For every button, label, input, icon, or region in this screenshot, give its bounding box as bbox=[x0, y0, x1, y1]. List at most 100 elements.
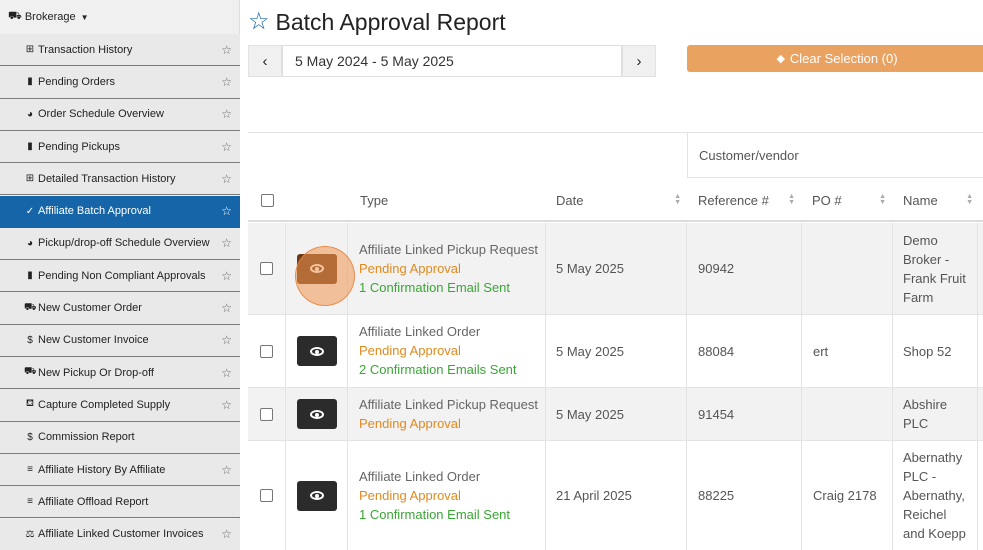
truck-icon: ⛟ bbox=[24, 301, 37, 313]
row-checkbox[interactable] bbox=[260, 489, 273, 502]
type-cell: Affiliate Linked Order Pending Approval 2 … bbox=[348, 315, 546, 387]
sidebar-item[interactable]: ▮ Pending Orders ☆ bbox=[0, 66, 240, 99]
star-icon[interactable]: ☆ bbox=[221, 269, 232, 283]
name-cell: Demo Broker - Frank Fruit Farm bbox=[893, 223, 978, 314]
view-button[interactable] bbox=[296, 336, 337, 366]
sidebar-item-label: Affiliate Batch Approval bbox=[38, 205, 151, 218]
select-cell bbox=[248, 388, 286, 440]
page-title: Batch Approval Report bbox=[275, 8, 506, 35]
sidebar-item-label: New Customer Invoice bbox=[38, 334, 149, 347]
star-icon[interactable]: ☆ bbox=[221, 301, 232, 315]
type-label: Affiliate Linked Order bbox=[359, 324, 481, 339]
sidebar-item[interactable]: ◕ Order Schedule Overview ☆ bbox=[0, 98, 240, 131]
table-row[interactable]: Affiliate Linked Order Pending Approval 2 … bbox=[248, 315, 983, 388]
name-line: PLC - bbox=[903, 469, 937, 484]
sidebar-item[interactable]: ≡ Affiliate History By Affiliate ☆ bbox=[0, 453, 240, 487]
sidebar-item-label: Pending Orders bbox=[38, 75, 116, 88]
chart-icon: ≡ bbox=[27, 496, 33, 508]
sidebar-item[interactable]: ⛟ New Pickup Or Drop-off ☆ bbox=[0, 357, 240, 390]
star-icon[interactable]: ☆ bbox=[221, 236, 232, 250]
view-button[interactable] bbox=[296, 480, 337, 511]
sidebar: ⛟ Brokerage ▼ ⊞ Transaction History ☆ ▮ Pend… bbox=[0, 0, 240, 550]
row-checkbox[interactable] bbox=[260, 262, 273, 275]
select-cell bbox=[248, 315, 286, 387]
star-icon[interactable]: ☆ bbox=[221, 527, 232, 541]
sidebar-item[interactable]: $Commission Report☆ bbox=[0, 421, 240, 454]
star-icon[interactable]: ☆ bbox=[221, 107, 232, 121]
table-row[interactable]: Affiliate Linked Pickup Request Pending A… bbox=[248, 388, 983, 441]
brokerage-label: Brokerage bbox=[24, 11, 76, 23]
table-icon: ⊞ bbox=[25, 173, 35, 185]
date-cell: 21 April 2025 bbox=[546, 441, 687, 550]
sidebar-item[interactable]: ⚖ Affiliate Linked Customer Invoices ☆ bbox=[0, 518, 240, 550]
row-checkbox[interactable] bbox=[260, 344, 273, 358]
sidebar-item[interactable]: ⊞ Transaction History ☆ bbox=[0, 34, 240, 67]
sidebar-item[interactable]: ✓ Affiliate Batch Approval ☆ bbox=[0, 195, 240, 228]
sidebar-item[interactable]: $ New Customer Invoice ☆ bbox=[0, 324, 240, 357]
sidebar-item[interactable]: ⊞ Detailed Transaction History ☆ bbox=[0, 163, 240, 196]
name-line: Abernathy bbox=[903, 450, 963, 465]
title-row: ☆ Batch Approval Report bbox=[248, 6, 506, 38]
view-button[interactable] bbox=[296, 399, 337, 429]
sidebar-item[interactable]: ◕ Pickup/drop-off Schedule Overview ☆ bbox=[0, 227, 240, 261]
eraser-icon: ◆ bbox=[776, 53, 785, 65]
po-cell bbox=[802, 388, 893, 440]
star-icon[interactable]: ☆ bbox=[221, 172, 232, 186]
sidebar-item[interactable]: ≡Affiliate Offload Report☆ bbox=[0, 486, 240, 519]
star-icon[interactable]: ☆ bbox=[221, 75, 232, 89]
star-icon[interactable]: ☆ bbox=[221, 43, 232, 57]
clear-selection-button[interactable]: ◆ Clear Selection (0) bbox=[687, 45, 983, 72]
select-all-checkbox[interactable] bbox=[261, 193, 274, 207]
star-icon[interactable]: ☆ bbox=[221, 140, 232, 154]
next-range-button[interactable]: › bbox=[622, 45, 656, 77]
reference-cell: 91454 bbox=[687, 388, 802, 440]
date-range-picker: ‹ 5 May 2024 - 5 May 2025 › bbox=[248, 45, 656, 77]
name-line: Demo bbox=[903, 232, 938, 248]
table-row[interactable]: Affiliate Linked Order Pending Approval 1 … bbox=[248, 441, 983, 550]
name-line: and Koepp bbox=[903, 526, 966, 541]
name-cell: Abshire PLC bbox=[893, 388, 978, 440]
star-icon[interactable]: ☆ bbox=[221, 204, 232, 218]
sidebar-item[interactable]: ⛾ Capture Completed Supply ☆ bbox=[0, 389, 240, 422]
previous-range-button[interactable]: ‹ bbox=[248, 45, 282, 77]
sort-icon: ▲ ▼ bbox=[966, 193, 973, 206]
type-cell: Affiliate Linked Pickup Request Pending A… bbox=[348, 388, 546, 440]
name-line: PLC bbox=[903, 416, 929, 431]
sidebar-item[interactable]: ⛟ New Customer Order ☆ bbox=[0, 292, 240, 325]
po-header[interactable]: PO # ▲ ▼ bbox=[812, 178, 892, 222]
clipboard-icon: ▮ bbox=[27, 76, 33, 88]
truck-icon: ⛟ bbox=[8, 10, 22, 22]
sidebar-item-label: Transaction History bbox=[38, 43, 133, 56]
sidebar-item-label: Capture Completed Supply bbox=[38, 398, 171, 411]
name-line: Farm bbox=[903, 289, 934, 305]
type-label: Affiliate Linked Pickup Request bbox=[359, 241, 538, 257]
reference-header[interactable]: Reference # ▲ ▼ bbox=[698, 178, 801, 222]
eye-icon bbox=[309, 409, 324, 419]
sidebar-item[interactable]: ▮ Pending Pickups ☆ bbox=[0, 130, 240, 164]
type-header[interactable]: Type bbox=[360, 178, 550, 222]
sort-icon: ▲ ▼ bbox=[879, 193, 886, 206]
favorite-star-icon[interactable]: ☆ bbox=[248, 10, 270, 34]
star-icon[interactable]: ☆ bbox=[221, 398, 232, 412]
row-checkbox[interactable] bbox=[260, 407, 273, 421]
reference-header-label: Reference # bbox=[698, 192, 769, 208]
star-icon[interactable]: ☆ bbox=[221, 463, 232, 477]
sidebar-item-label: Affiliate Linked Customer Invoices bbox=[38, 528, 204, 541]
date-range-input[interactable]: 5 May 2024 - 5 May 2025 bbox=[282, 45, 622, 77]
date-header[interactable]: Date ▲ ▼ bbox=[556, 178, 687, 222]
brokerage-menu[interactable]: ⛟ Brokerage ▼ bbox=[0, 0, 239, 34]
name-header[interactable]: Name ▲ ▼ bbox=[903, 178, 979, 222]
table-row[interactable]: Affiliate Linked Pickup Request Pending A… bbox=[248, 223, 983, 315]
date-cell: 5 May 2025 bbox=[546, 223, 687, 314]
clock-icon: ◕ bbox=[26, 237, 34, 249]
star-icon[interactable]: ☆ bbox=[221, 366, 232, 380]
star-icon[interactable]: ☆ bbox=[221, 333, 232, 347]
reference-cell: 88084 bbox=[687, 315, 802, 387]
sidebar-item[interactable]: ▮ Pending Non Compliant Approvals ☆ bbox=[0, 260, 240, 293]
truck-icon: ⛟ bbox=[24, 366, 37, 378]
status-label: Pending Approval bbox=[359, 343, 461, 358]
reference-cell: 88225 bbox=[687, 441, 802, 550]
select-cell bbox=[248, 223, 286, 314]
sidebar-item-label: Order Schedule Overview bbox=[38, 108, 164, 121]
reference-cell: 90942 bbox=[687, 223, 802, 314]
